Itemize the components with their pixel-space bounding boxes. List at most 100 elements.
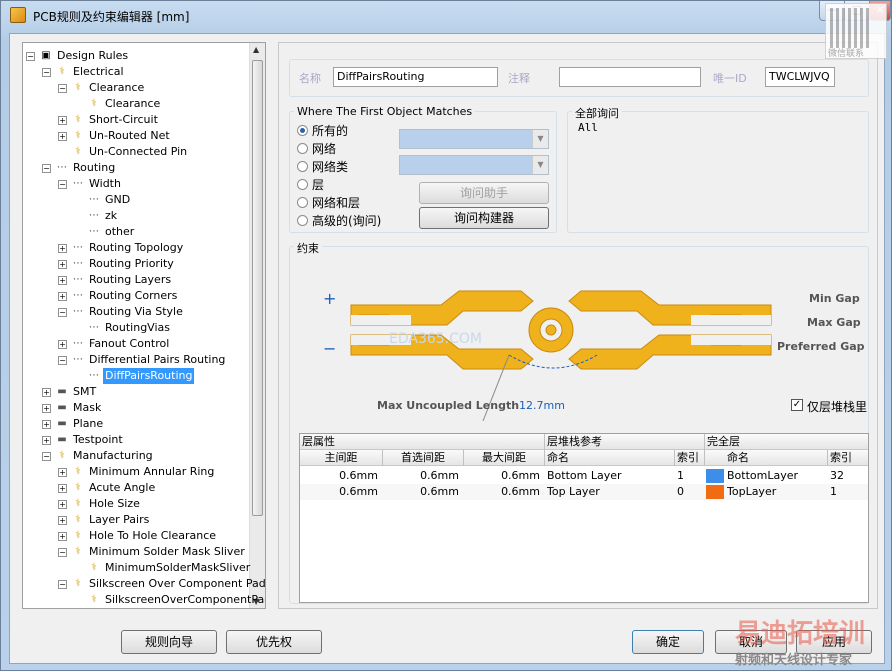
scope-radio-option[interactable]: 网络和层	[297, 196, 360, 210]
expand-icon[interactable]: +	[42, 388, 51, 397]
expand-icon[interactable]: +	[42, 404, 51, 413]
tree-node[interactable]: − ⚕ Minimum Solder Mask Sliver	[23, 544, 249, 560]
unique-id-field[interactable]: TWCLWJVQ	[765, 67, 835, 87]
netclass-combo[interactable]: ▼	[399, 155, 549, 175]
col-stack-index[interactable]: 索引	[677, 450, 703, 466]
tree-node[interactable]: + ▬ Testpoint	[23, 432, 249, 448]
radio-button-icon[interactable]	[297, 179, 308, 190]
query-builder-button[interactable]: 询问构建器	[419, 207, 549, 229]
expand-icon[interactable]: +	[58, 276, 67, 285]
collapse-icon[interactable]: −	[58, 308, 67, 317]
expand-icon[interactable]: +	[58, 516, 67, 525]
tree-node[interactable]: − ⋯ Routing Via Style	[23, 304, 249, 320]
layer-gap-table[interactable]: 层属性 层堆栈参考 完全层 主间距 首选间距 最大间距 命名 索引 命名 索引 …	[299, 433, 869, 603]
expand-icon[interactable]: +	[58, 116, 67, 125]
expand-icon[interactable]: +	[58, 292, 67, 301]
tree-node[interactable]: − ⋯ Routing	[23, 160, 249, 176]
col-preferred-gap[interactable]: 首选间距	[383, 450, 463, 466]
expand-icon[interactable]: +	[58, 484, 67, 493]
tree-node[interactable]: ⋯ GND	[23, 192, 249, 208]
comment-field[interactable]	[559, 67, 701, 87]
tree-node[interactable]: + ▬ Plane	[23, 416, 249, 432]
stack-only-checkbox[interactable]: ✓	[791, 399, 803, 411]
rule-wizard-button[interactable]: 规则向导	[121, 630, 217, 654]
expand-icon[interactable]: +	[42, 420, 51, 429]
expand-icon[interactable]: +	[58, 340, 67, 349]
radio-button-icon[interactable]	[297, 161, 308, 172]
tree-node[interactable]: ⚕ MinimumSolderMaskSliver	[23, 560, 250, 576]
col-layer-name[interactable]: 命名	[727, 450, 827, 466]
tree-node[interactable]: − ⋯ Width	[23, 176, 249, 192]
chevron-down-icon[interactable]: ▼	[532, 156, 548, 174]
tree-scrollbar[interactable]: ▲ ▼	[249, 43, 265, 608]
expand-icon[interactable]: +	[58, 260, 67, 269]
tree-node[interactable]: + ⚕ Hole To Hole Clearance	[23, 528, 249, 544]
tree-node[interactable]: + ⚕ Minimum Annular Ring	[23, 464, 249, 480]
expand-icon[interactable]: +	[58, 532, 67, 541]
col-max-gap[interactable]: 最大间距	[464, 450, 544, 466]
expand-icon[interactable]: +	[58, 132, 67, 141]
priority-button[interactable]: 优先权	[226, 630, 322, 654]
collapse-icon[interactable]: −	[42, 452, 51, 461]
tree-node[interactable]: − ⚕ Clearance	[23, 80, 249, 96]
col-stack-name[interactable]: 命名	[547, 450, 672, 466]
collapse-icon[interactable]: −	[26, 52, 35, 61]
chevron-down-icon[interactable]: ▼	[532, 130, 548, 148]
tree-node[interactable]: ⚕ Clearance	[23, 96, 249, 112]
tree-node[interactable]: + ⋯ Routing Layers	[23, 272, 249, 288]
tree-node[interactable]: − ⋯ Differential Pairs Routing	[23, 352, 249, 368]
ok-button[interactable]: 确定	[632, 630, 704, 654]
radio-button-icon[interactable]	[297, 125, 308, 136]
tree-node[interactable]: + ▬ Mask	[23, 400, 249, 416]
radio-button-icon[interactable]	[297, 197, 308, 208]
radio-button-icon[interactable]	[297, 143, 308, 154]
tree-node[interactable]: ⋯ other	[23, 224, 249, 240]
expand-icon[interactable]: +	[42, 436, 51, 445]
collapse-icon[interactable]: −	[42, 68, 51, 77]
tree-node[interactable]: − ⚕ Electrical	[23, 64, 249, 80]
scope-radio-option[interactable]: 层	[297, 178, 324, 192]
tree-node[interactable]: + ⚕ Un-Routed Net	[23, 128, 249, 144]
expand-icon[interactable]: +	[58, 500, 67, 509]
tree-node[interactable]: ⚕ Un-Connected Pin	[23, 144, 249, 160]
scroll-thumb[interactable]	[252, 60, 263, 516]
scope-radio-option[interactable]: 高级的(询问)	[297, 214, 381, 228]
tree-node[interactable]: ⋯ zk	[23, 208, 249, 224]
rules-tree[interactable]: ▲ ▼ − ▣ Design Rules − ⚕ Electrical − ⚕ Clearanc…	[22, 42, 266, 609]
tree-node[interactable]: ⚕ SilkscreenOverComponentPad	[23, 592, 265, 608]
max-uncoupled-value[interactable]: 12.7mm	[519, 399, 565, 412]
collapse-icon[interactable]: −	[58, 84, 67, 93]
tree-node[interactable]: + ⚕ Layer Pairs	[23, 512, 249, 528]
title-bar[interactable]: PCB规则及约束编辑器 [mm] — □ ×	[1, 1, 891, 31]
scope-radio-option[interactable]: 所有的	[297, 124, 348, 138]
tree-node[interactable]: −⚕Silk To Silk Clearance	[23, 608, 249, 609]
name-field[interactable]: DiffPairsRouting	[333, 67, 498, 87]
net-combo[interactable]: ▼	[399, 129, 549, 149]
tree-node[interactable]: − ▣ Design Rules	[23, 48, 249, 64]
collapse-icon[interactable]: −	[58, 180, 67, 189]
col-main-gap[interactable]: 主间距	[300, 450, 382, 466]
tree-node[interactable]: + ▬ SMT	[23, 384, 249, 400]
scope-radio-option[interactable]: 网络	[297, 142, 336, 156]
tree-node[interactable]: + ⋯ Fanout Control	[23, 336, 249, 352]
radio-button-icon[interactable]	[297, 215, 308, 226]
table-row[interactable]: 0.6mm 0.6mm 0.6mm Top Layer 0 TopLayer 1	[300, 484, 868, 500]
scroll-up-icon[interactable]: ▲	[253, 45, 259, 54]
tree-node[interactable]: ⋯ RoutingVias	[23, 320, 249, 336]
collapse-icon[interactable]: −	[58, 548, 67, 557]
tree-node[interactable]: ⋯ DiffPairsRouting	[23, 368, 249, 384]
tree-node[interactable]: − ⚕ Silkscreen Over Component Pads	[23, 576, 265, 592]
collapse-icon[interactable]: −	[58, 356, 67, 365]
tree-node[interactable]: + ⚕ Acute Angle	[23, 480, 249, 496]
expand-icon[interactable]: +	[58, 468, 67, 477]
tree-node[interactable]: − ⚕ Manufacturing	[23, 448, 249, 464]
collapse-icon[interactable]: −	[42, 164, 51, 173]
tree-node[interactable]: + ⋯ Routing Topology	[23, 240, 249, 256]
tree-node[interactable]: + ⚕ Hole Size	[23, 496, 249, 512]
tree-node[interactable]: + ⚕ Short-Circuit	[23, 112, 249, 128]
collapse-icon[interactable]: −	[58, 580, 67, 589]
expand-icon[interactable]: +	[58, 244, 67, 253]
tree-node[interactable]: + ⋯ Routing Corners	[23, 288, 249, 304]
query-helper-button[interactable]: 询问助手	[419, 182, 549, 204]
table-row[interactable]: 0.6mm 0.6mm 0.6mm Bottom Layer 1 BottomLayer 3…	[300, 468, 868, 484]
